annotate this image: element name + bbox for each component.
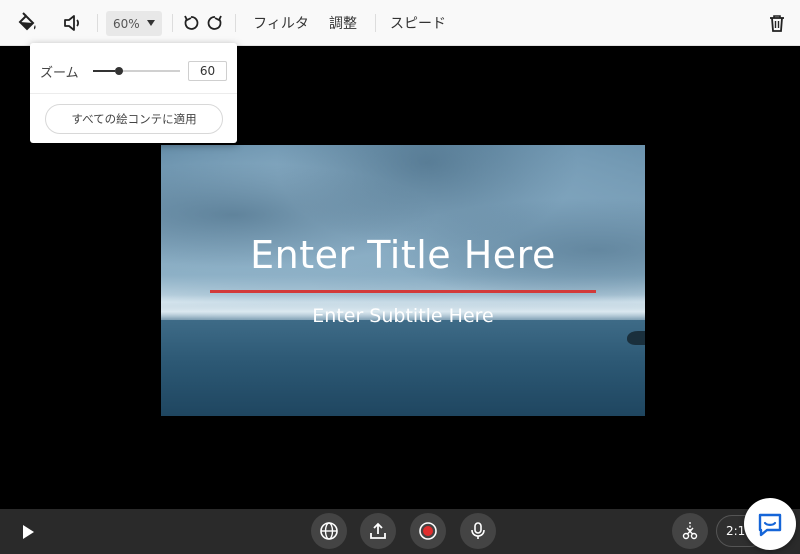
preview-sea — [161, 320, 645, 416]
zoom-label: ズーム — [40, 66, 79, 81]
zoom-popover: ズーム すべての絵コンテに適用 — [30, 43, 237, 143]
toolbar-divider — [97, 14, 98, 32]
filter-button[interactable]: フィルタ — [251, 9, 311, 37]
zoom-slider-fill — [93, 70, 115, 72]
filter-label: フィルタ — [253, 16, 309, 32]
speed-label: スピード — [390, 16, 446, 32]
record-icon — [419, 522, 437, 540]
adjust-label: 調整 — [329, 16, 357, 32]
delete-button[interactable] — [766, 9, 788, 37]
undo-icon — [184, 15, 199, 30]
globe-button[interactable] — [311, 513, 347, 549]
zoom-select-value: 60% — [113, 16, 140, 31]
title-underline — [210, 290, 596, 293]
preview-rock — [627, 331, 645, 345]
toolbar-divider — [375, 14, 376, 32]
volume-icon — [64, 15, 80, 31]
split-button[interactable] — [672, 513, 708, 549]
microphone-icon — [471, 522, 485, 539]
title-text[interactable]: Enter Title Here — [161, 233, 645, 277]
upload-button[interactable] — [360, 513, 396, 549]
zoom-slider[interactable] — [93, 65, 180, 77]
redo-icon — [207, 15, 222, 30]
toolbar-divider — [172, 14, 173, 32]
zoom-select[interactable]: 60% — [106, 11, 162, 36]
bottom-bar: 2:1 — [0, 509, 800, 554]
video-preview[interactable]: Enter Title Here Enter Subtitle Here — [161, 145, 645, 416]
toolbar-divider — [235, 14, 236, 32]
split-scissors-icon — [682, 522, 698, 540]
trash-icon — [770, 15, 784, 32]
redo-button[interactable] — [204, 9, 226, 37]
microphone-button[interactable] — [460, 513, 496, 549]
top-toolbar: 60% フィルタ 調整 スピード — [0, 0, 800, 46]
chat-support-button[interactable] — [744, 498, 796, 550]
fill-color-button[interactable] — [14, 9, 40, 37]
popover-divider — [30, 93, 237, 94]
play-icon — [23, 525, 34, 539]
chat-icon — [758, 513, 782, 537]
paint-bucket-icon — [18, 12, 36, 31]
play-button[interactable] — [18, 522, 38, 542]
zoom-value-input[interactable] — [188, 61, 227, 81]
undo-button[interactable] — [180, 9, 202, 37]
apply-to-all-button[interactable]: すべての絵コンテに適用 — [45, 104, 223, 134]
record-button[interactable] — [410, 513, 446, 549]
globe-icon — [320, 522, 338, 540]
zoom-slider-thumb[interactable] — [115, 67, 123, 75]
aspect-ratio-label: 2:1 — [726, 524, 746, 538]
speed-button[interactable]: スピード — [389, 9, 447, 37]
adjust-button[interactable]: 調整 — [327, 9, 359, 37]
subtitle-text[interactable]: Enter Subtitle Here — [161, 305, 645, 327]
upload-icon — [370, 522, 386, 539]
chevron-down-icon — [147, 20, 155, 26]
volume-button[interactable] — [59, 9, 87, 37]
